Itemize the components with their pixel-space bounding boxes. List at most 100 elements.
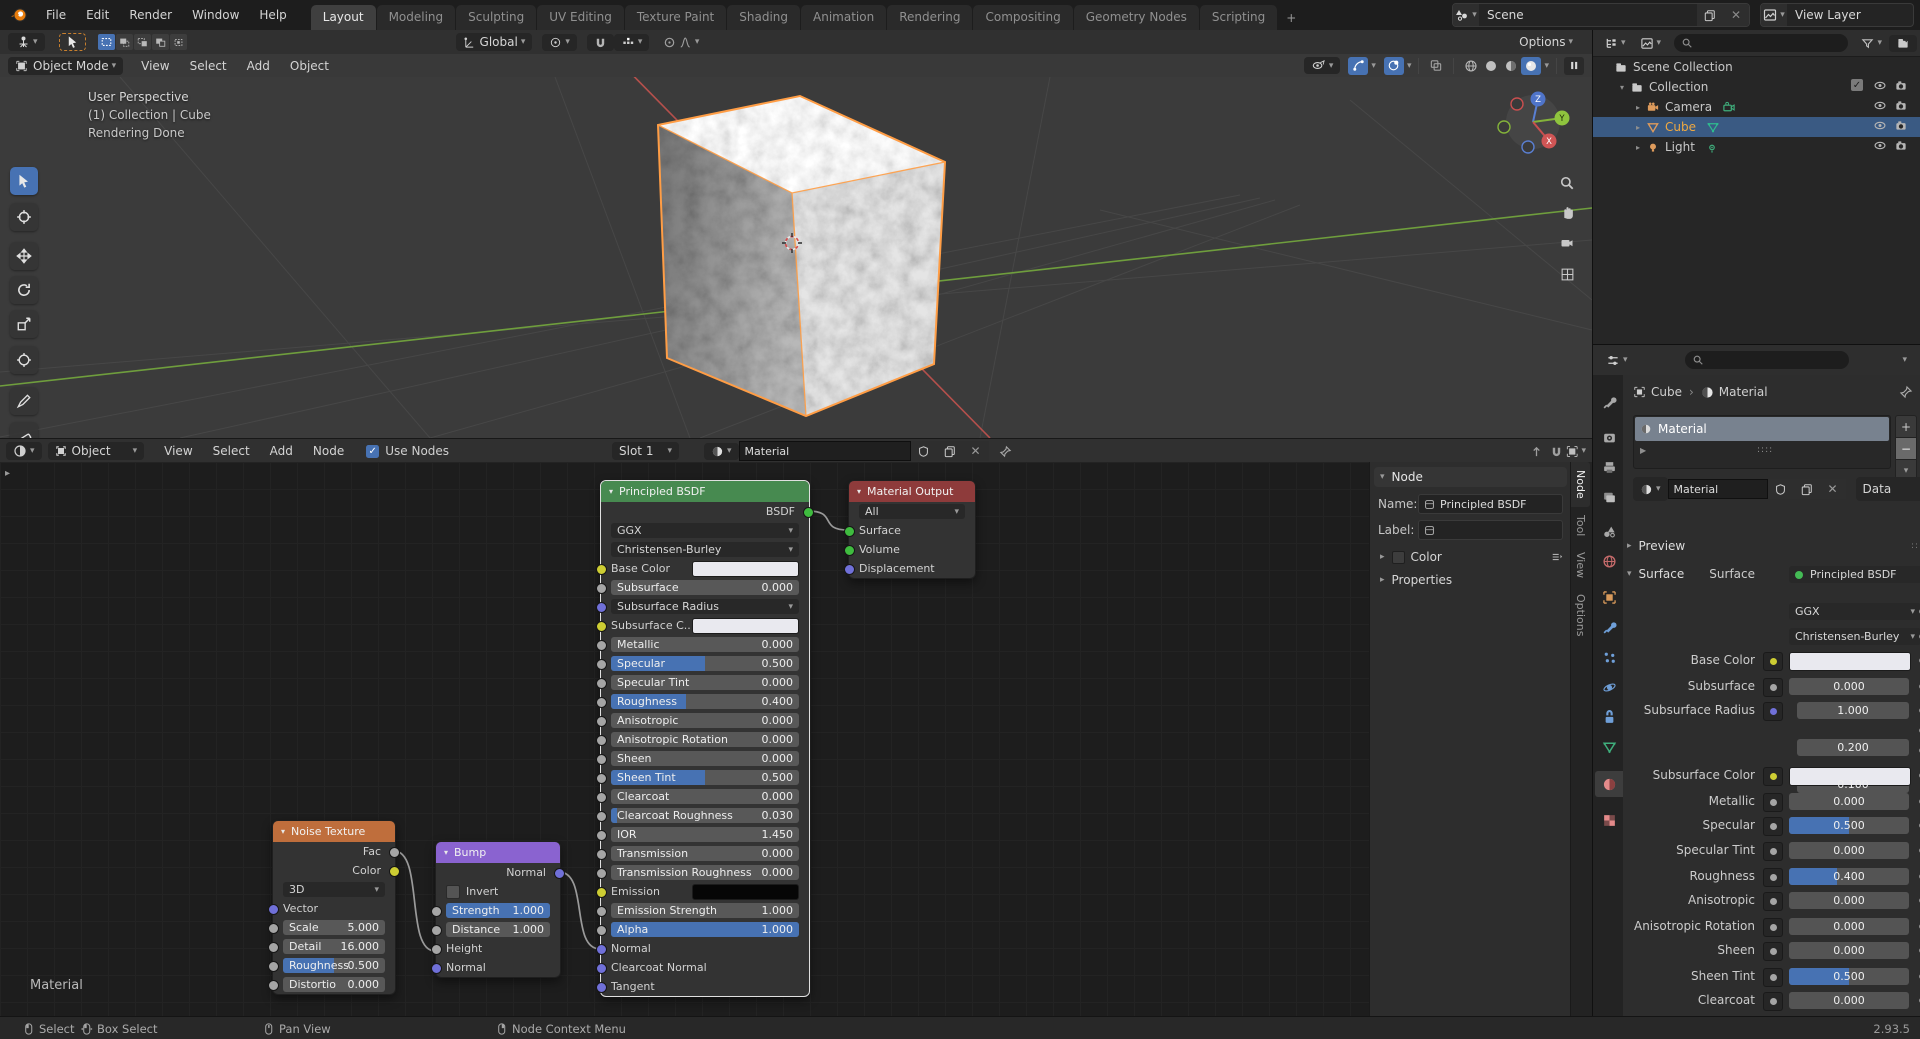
properties-tab-particles[interactable] [1595, 644, 1623, 670]
node-socket-in[interactable] [596, 811, 607, 822]
select-mode-invert[interactable] [152, 34, 169, 50]
node-panel-header[interactable]: ▾ Node [1374, 467, 1567, 487]
link-socket-button[interactable] [1763, 868, 1783, 887]
unlink-scene-icon[interactable]: ✕ [1723, 4, 1749, 26]
properties-editor-type-dropdown[interactable]: ▾ [1599, 352, 1635, 369]
node-socket-in[interactable] [596, 773, 607, 784]
camera-toggle-icon[interactable] [1894, 99, 1908, 112]
node-socket-in[interactable] [268, 942, 279, 953]
unlink-material-icon[interactable]: ✕ [1820, 479, 1846, 499]
select-mode-subtract[interactable] [134, 34, 151, 50]
remove-slot-button[interactable]: − [1895, 438, 1917, 460]
node-socket-in[interactable] [596, 944, 607, 955]
n-panel-tab-node[interactable]: Node [1571, 462, 1590, 507]
snap-toggle[interactable] [587, 34, 614, 51]
breadcrumb-material[interactable]: Material [1719, 385, 1768, 399]
node-socket-in[interactable] [268, 961, 279, 972]
prop-value-specular[interactable]: 0.500 [1789, 817, 1909, 834]
shading-wireframe-button[interactable] [1461, 57, 1481, 75]
node-value-distortio[interactable]: Distortio0.000 [283, 977, 385, 992]
link-socket-button[interactable] [1763, 678, 1783, 697]
workspace-tab-modeling[interactable]: Modeling [377, 5, 456, 30]
properties-options-dropdown[interactable]: ▾ [1902, 355, 1907, 365]
proportional-editing-toggle[interactable] [659, 33, 679, 51]
workspace-tab-shading[interactable]: Shading [727, 5, 800, 30]
browse-material-dropdown[interactable]: ▾ [1633, 477, 1668, 501]
material-slot-item[interactable]: Material [1635, 417, 1889, 441]
node-socket-in[interactable] [596, 697, 607, 708]
node-socket-in[interactable] [844, 526, 855, 537]
shader-menu-node[interactable]: Node [303, 440, 354, 462]
menu-file[interactable]: File [36, 4, 76, 26]
link-socket-button[interactable] [1763, 992, 1783, 1011]
node-socket-out[interactable] [389, 866, 400, 877]
node-socket-in[interactable] [596, 792, 607, 803]
preview-panel-header[interactable]: ▸Preview [1627, 539, 1685, 553]
node-value-emission-strength[interactable]: Emission Strength1.000 [611, 903, 799, 918]
blender-logo-icon[interactable] [10, 7, 28, 23]
tool-select-box-button[interactable] [10, 167, 38, 195]
shader-type-dropdown[interactable]: Object▾ [48, 442, 145, 460]
shading-material-button[interactable] [1501, 57, 1521, 75]
properties-tab-output[interactable] [1595, 454, 1623, 480]
node-socket-in[interactable] [596, 754, 607, 765]
slot-grip[interactable]: :::: [1646, 445, 1884, 455]
prop-value-sheen[interactable]: 0.000 [1789, 942, 1909, 959]
toggle-ortho-icon[interactable] [1554, 261, 1580, 287]
node-socket-in[interactable] [596, 621, 607, 632]
node-value-roughness[interactable]: Roughness0.500 [283, 958, 385, 973]
workspace-tab-compositing[interactable]: Compositing [973, 5, 1072, 30]
link-socket-button[interactable] [1763, 652, 1783, 671]
prop-value-subsurface[interactable]: 0.000 [1789, 678, 1909, 695]
pivot-point-dropdown[interactable]: ▾ [542, 34, 577, 51]
properties-tab-object[interactable] [1595, 584, 1623, 610]
node-value-clearcoat-roughness[interactable]: Clearcoat Roughness0.030 [611, 808, 799, 823]
outliner-row-cube[interactable]: ▸Cube [1593, 117, 1920, 137]
node-socket-in[interactable] [431, 944, 442, 955]
node-header-bump[interactable]: ▾Bump [436, 842, 560, 863]
fake-user-shield-icon[interactable] [1768, 479, 1794, 499]
node-value-metallic[interactable]: Metallic0.000 [611, 637, 799, 652]
shading-dropdown[interactable]: ▾ [1544, 61, 1549, 71]
node-name-field[interactable]: Principled BSDF [1418, 494, 1563, 514]
node-socket-out[interactable] [803, 507, 814, 518]
proportional-falloff-dropdown[interactable]: ▾ [679, 33, 699, 51]
outliner-filter-dropdown[interactable]: ▾ [1854, 35, 1889, 52]
shading-solid-button[interactable] [1481, 57, 1501, 75]
camera-toggle-icon[interactable] [1894, 79, 1908, 92]
properties-tab-modifiers[interactable] [1595, 614, 1623, 640]
properties-tab-scene[interactable] [1595, 518, 1623, 544]
viewport-menu-view[interactable]: View [131, 55, 179, 77]
new-collection-button[interactable] [1889, 35, 1917, 52]
camera-view-icon[interactable] [1554, 230, 1580, 256]
shading-rendered-button[interactable] [1521, 57, 1541, 75]
properties-tab-material[interactable] [1595, 771, 1623, 797]
properties-panel-header[interactable]: ▸ Properties [1380, 573, 1563, 587]
snap-target-dropdown[interactable]: ▾ [614, 34, 650, 51]
node-socket-in[interactable] [596, 716, 607, 727]
prop-value-anisotropic[interactable]: 0.000 [1789, 892, 1909, 909]
workspace-tab-uv-editing[interactable]: UV Editing [537, 5, 624, 30]
color-panel-header[interactable]: ▸ Color [1380, 550, 1563, 564]
expand-arrow-icon[interactable]: ▸ [1631, 143, 1645, 152]
shader-menu-view[interactable]: View [154, 440, 202, 462]
collapse-node-icon[interactable]: ▾ [857, 487, 861, 496]
add-slot-button[interactable]: + [1895, 415, 1917, 438]
node-value-alpha[interactable]: Alpha1.000 [611, 922, 799, 937]
node-label-field[interactable] [1418, 520, 1563, 540]
select-mode-new[interactable] [98, 34, 115, 50]
workspace-tab-texture-paint[interactable]: Texture Paint [625, 5, 726, 30]
node-socket-in[interactable] [596, 963, 607, 974]
node-color-emission[interactable] [692, 884, 799, 900]
pause-render-button[interactable] [1564, 57, 1584, 75]
node-header-principled-bsdf[interactable]: ▾Principled BSDF [601, 481, 809, 502]
material-browse-dropdown[interactable]: ▾ [704, 443, 739, 460]
node-link[interactable] [559, 872, 600, 949]
sidebar-collapse-arrow[interactable]: ▸ [5, 468, 10, 479]
node-dropdown-ggx[interactable]: GGX▾ [611, 523, 799, 538]
breadcrumb-object[interactable]: Cube [1651, 385, 1682, 399]
node-dropdown-all[interactable]: All▾ [859, 504, 965, 519]
shader-menu-select[interactable]: Select [203, 440, 260, 462]
node-color-subsurface-c-[interactable] [692, 618, 799, 634]
prop-value-metallic[interactable]: 0.000 [1789, 793, 1909, 810]
